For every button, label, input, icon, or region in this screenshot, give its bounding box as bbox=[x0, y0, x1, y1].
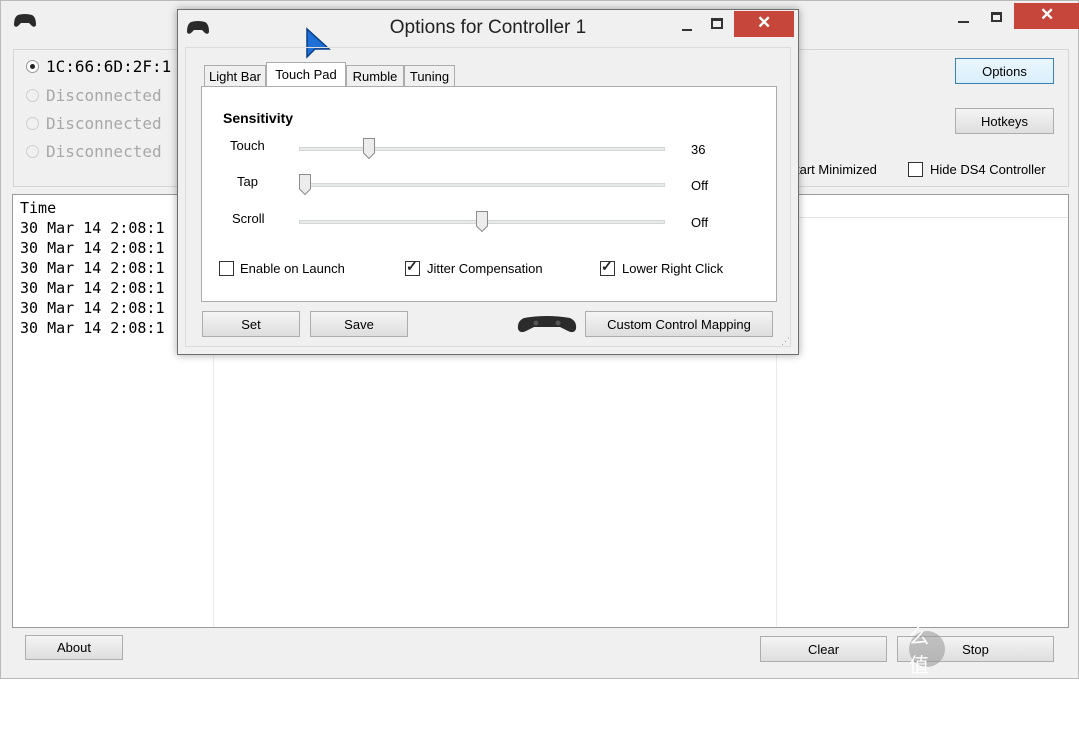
radio-button[interactable] bbox=[26, 117, 39, 130]
log-row: 30 Mar 14 2:08:1 bbox=[20, 279, 165, 297]
gamepad-icon bbox=[14, 14, 36, 27]
options-dialog: Options for Controller 1 ✕ Light Bar Tou… bbox=[177, 9, 799, 355]
hotkeys-button[interactable]: Hotkeys bbox=[955, 108, 1054, 134]
tab-rumble[interactable]: Rumble bbox=[346, 65, 404, 86]
enable-on-launch-label: Enable on Launch bbox=[240, 261, 345, 276]
close-icon: ✕ bbox=[1040, 5, 1055, 24]
jitter-compensation-label: Jitter Compensation bbox=[427, 261, 543, 276]
lower-right-click-label: Lower Right Click bbox=[622, 261, 724, 276]
controller-label: Disconnected bbox=[46, 86, 162, 105]
maximize-icon bbox=[711, 18, 723, 29]
set-button[interactable]: Set bbox=[202, 311, 300, 337]
maximize-button[interactable] bbox=[982, 9, 1012, 29]
radio-button[interactable] bbox=[26, 60, 39, 73]
minimize-icon bbox=[682, 29, 692, 31]
hide-ds4-label: Hide DS4 Controller bbox=[930, 162, 1046, 177]
close-icon: ✕ bbox=[757, 13, 772, 32]
slider-value-scroll: Off bbox=[691, 215, 709, 230]
log-row: 30 Mar 14 2:08:1 bbox=[20, 259, 165, 277]
log-row: 30 Mar 14 2:08:1 bbox=[20, 299, 165, 317]
log-row: 30 Mar 14 2:08:1 bbox=[20, 219, 165, 237]
enable-on-launch-checkbox[interactable] bbox=[219, 261, 234, 276]
tab-touch-pad[interactable]: Touch Pad bbox=[266, 62, 346, 86]
slider-label-tap: Tap bbox=[237, 174, 258, 189]
header-divider bbox=[777, 217, 1068, 218]
start-minimized-label[interactable]: tart Minimized bbox=[796, 162, 877, 177]
about-button[interactable]: About bbox=[25, 635, 123, 660]
options-button[interactable]: Options bbox=[955, 58, 1054, 84]
close-button[interactable]: ✕ bbox=[1014, 3, 1079, 29]
slider-thumb-touch[interactable] bbox=[362, 138, 375, 159]
radio-button[interactable] bbox=[26, 89, 39, 102]
maximize-icon bbox=[991, 12, 1002, 22]
controller-label: 1C:66:6D:2F:1 bbox=[46, 57, 172, 76]
clear-button[interactable]: Clear bbox=[760, 636, 887, 662]
tab-tuning[interactable]: Tuning bbox=[404, 65, 455, 86]
hide-ds4-checkbox[interactable] bbox=[908, 162, 923, 177]
section-title: Sensitivity bbox=[223, 110, 294, 126]
minimize-button[interactable] bbox=[949, 9, 979, 29]
save-button[interactable]: Save bbox=[310, 311, 408, 337]
slider-value-touch: 36 bbox=[691, 142, 706, 157]
slider-thumb-tap[interactable] bbox=[299, 174, 311, 195]
touch-pad-panel: Sensitivity Touch 36 Tap Off Scroll Off … bbox=[201, 86, 777, 302]
slider-label-touch: Touch bbox=[230, 138, 265, 153]
radio-button[interactable] bbox=[26, 145, 39, 158]
minimize-icon bbox=[958, 21, 969, 23]
resize-grip-icon[interactable]: ⋰ bbox=[781, 337, 791, 347]
custom-control-mapping-button[interactable]: Custom Control Mapping bbox=[585, 311, 773, 337]
slider-value-tap: Off bbox=[691, 178, 709, 193]
dialog-maximize-button[interactable] bbox=[704, 16, 730, 36]
controller-image-icon bbox=[517, 316, 577, 333]
slider-thumb-scroll[interactable] bbox=[476, 211, 488, 232]
column-header-time[interactable]: Time bbox=[20, 199, 56, 217]
controller-label: Disconnected bbox=[46, 142, 162, 161]
dialog-minimize-button[interactable] bbox=[674, 16, 700, 36]
log-row: 30 Mar 14 2:08:1 bbox=[20, 239, 165, 257]
slider-track-touch[interactable] bbox=[299, 147, 665, 151]
tab-light-bar[interactable]: Light Bar bbox=[204, 65, 266, 86]
watermark-logo: 值 什么值得买 bbox=[909, 568, 945, 735]
controller-label: Disconnected bbox=[46, 114, 162, 133]
jitter-compensation-checkbox[interactable] bbox=[405, 258, 420, 276]
slider-label-scroll: Scroll bbox=[232, 211, 265, 226]
dialog-close-button[interactable]: ✕ bbox=[734, 11, 794, 37]
lower-right-click-checkbox[interactable] bbox=[600, 258, 615, 276]
log-row: 30 Mar 14 2:08:1 bbox=[20, 319, 165, 337]
slider-track-tap[interactable] bbox=[299, 183, 665, 187]
